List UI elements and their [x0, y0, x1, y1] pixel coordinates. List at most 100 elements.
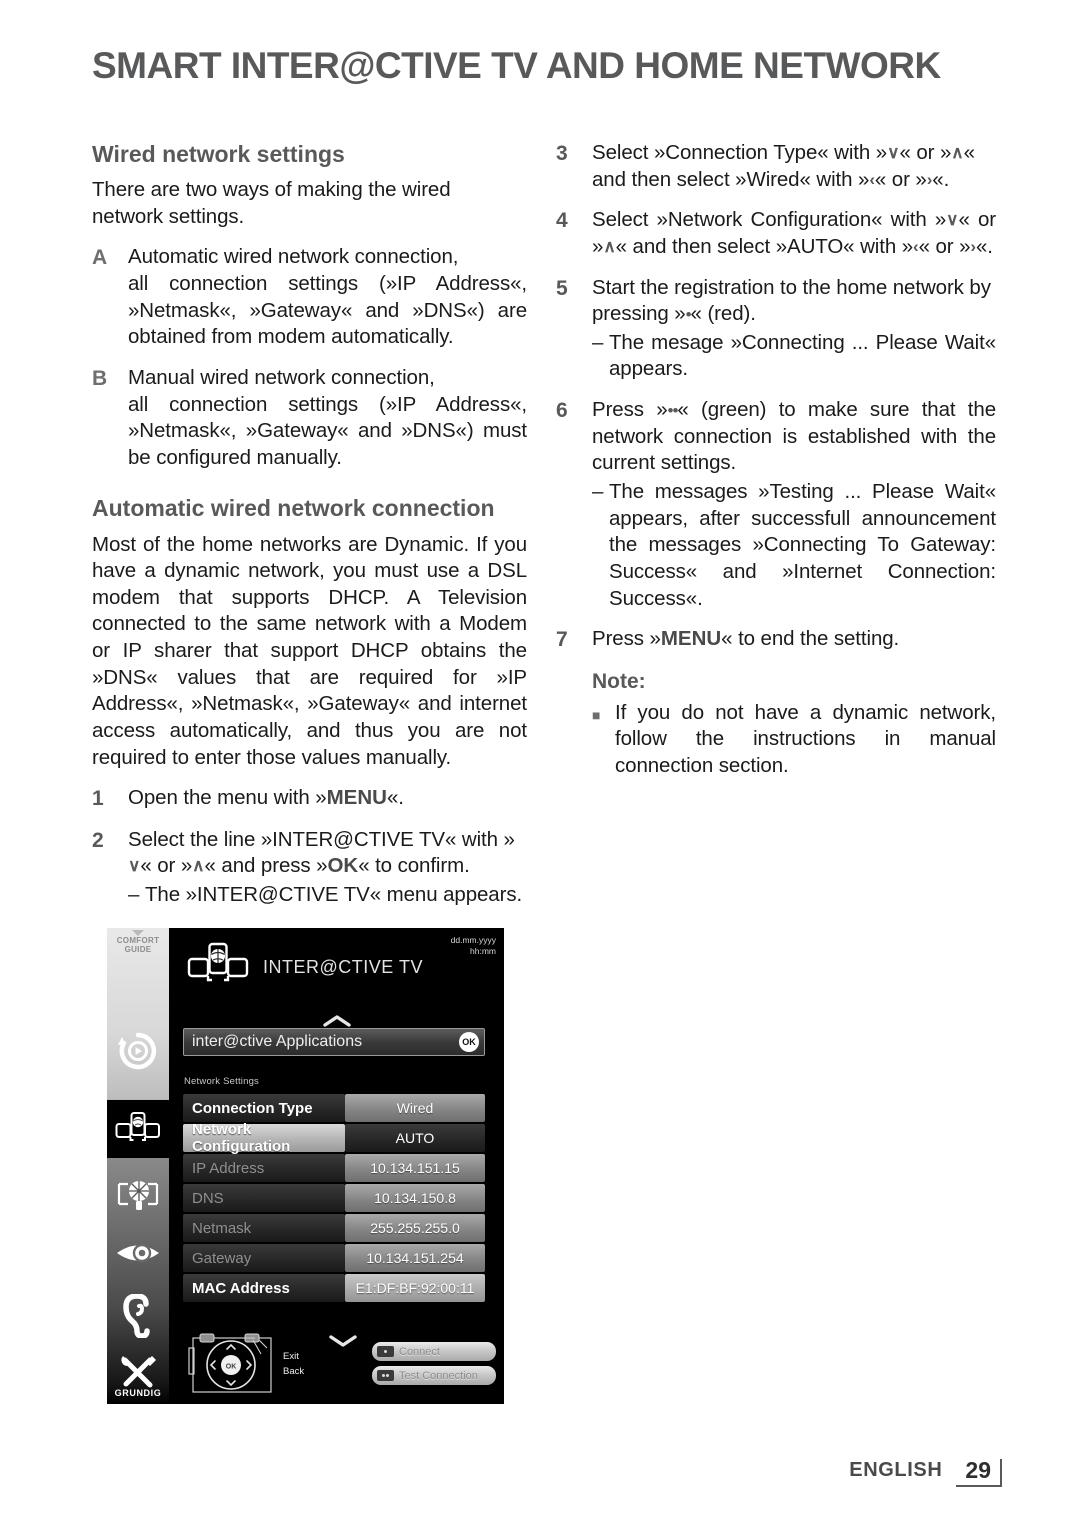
step-4-text-a: Select »Network Configuration« with »	[592, 208, 947, 232]
comfort-guide-line1: COMFORT	[116, 936, 160, 945]
dash-marker: –	[128, 882, 140, 906]
network-settings-icon[interactable]	[107, 1176, 169, 1221]
interactive-tv-logo-icon	[187, 940, 249, 995]
connect-button-label: Connect	[399, 1345, 440, 1358]
setting-row-ip-address[interactable]: IP Address 10.134.151.15	[183, 1154, 485, 1182]
option-b-line2: all connection settings (»IP Address«, »…	[128, 392, 527, 469]
setting-value: E1:DF:BF:92:00:11	[345, 1274, 485, 1302]
interactive-tv-icon[interactable]	[107, 1110, 169, 1153]
step-6: 6 Press »••« (green) to make sure that t…	[556, 397, 996, 612]
manual-page: SMART INTER@CTIVE TV AND HOME NETWORK Wi…	[0, 0, 1080, 1532]
option-b-marker: B	[92, 366, 108, 390]
step-5-text-b: « (red).	[690, 302, 756, 326]
setting-name: Gateway	[183, 1244, 345, 1272]
step-4-text-e: «.	[975, 234, 993, 258]
green-key-icon	[377, 1370, 394, 1381]
red-key-icon	[377, 1346, 394, 1357]
step-1-number: 1	[92, 787, 104, 811]
green-key-icon: ••	[667, 401, 679, 421]
connect-button[interactable]: Connect	[372, 1342, 496, 1361]
arrow-up-icon: ∧	[603, 236, 616, 256]
step-2-text-c: « and press »	[204, 854, 328, 878]
step-5-sub-note: – The mesage »Connecting ... Please Wait…	[592, 330, 996, 383]
automatic-connection-paragraph: Most of the home networks are Dynamic. I…	[92, 532, 527, 769]
setting-value[interactable]: 10.134.151.254	[345, 1244, 485, 1272]
intro-paragraph: There are two ways of making the wired n…	[92, 178, 451, 228]
setting-row-connection-type[interactable]: Connection Type Wired	[183, 1094, 485, 1122]
square-bullet-icon: ■	[592, 706, 601, 723]
grundig-logo: GRUNDIG	[114, 1388, 162, 1398]
ear-icon[interactable]	[107, 1294, 169, 1343]
note-text: If you do not have a dynamic network, fo…	[615, 700, 996, 777]
interactive-applications-row[interactable]: inter@ctive Applications OK	[183, 1028, 485, 1056]
list-item-option-a: A Automatic wired network connection, al…	[92, 244, 527, 351]
arrow-down-icon: ∨	[887, 143, 900, 162]
remote-dpad-icon: OK	[188, 1333, 272, 1393]
arrow-left-icon: ‹	[913, 236, 919, 256]
time-text: hh:mm	[470, 945, 496, 956]
right-column: 3 Select »Connection Type« with »∨« or »…	[556, 140, 996, 779]
setting-value[interactable]: 10.134.151.15	[345, 1154, 485, 1182]
comfort-guide-line2: GUIDE	[124, 945, 152, 955]
remote-labels: Exit Back	[283, 1350, 304, 1379]
option-a-line1: Automatic wired network connection,	[128, 245, 459, 269]
step-1-text-pre: Open the menu with »	[128, 786, 327, 810]
step-4-text-c: « and then select »AUTO« with »	[615, 234, 914, 258]
menu-title: INTER@CTIVE TV	[263, 957, 423, 977]
setting-value[interactable]: 255.255.255.0	[345, 1214, 485, 1242]
step-2-text-a: Select the line »INTER@CTIVE TV« with »	[128, 827, 515, 851]
action-button-stack: Connect Test Connection	[372, 1342, 496, 1390]
step-7-text-post: « to end the setting.	[721, 627, 900, 651]
eye-icon[interactable]	[107, 1240, 169, 1271]
option-b-line1: Manual wired network connection,	[128, 365, 435, 389]
setting-name: MAC Address	[183, 1274, 345, 1302]
page-footer: ENGLISH 29	[849, 1459, 1002, 1487]
arrow-right-icon: ›	[926, 169, 933, 189]
section-heading-automatic-wired-network-connection: Automatic wired network connection	[92, 495, 495, 522]
dash-marker: –	[592, 480, 604, 504]
step-2-number: 2	[92, 828, 104, 852]
test-connection-button-label: Test Connection	[399, 1369, 478, 1382]
step-2-sub-text: The »INTER@CTIVE TV« menu appears.	[145, 882, 523, 906]
tv-sidebar-rail: COMFORT GUIDE GRUNDIG	[107, 928, 169, 1404]
test-connection-button[interactable]: Test Connection	[372, 1366, 496, 1385]
step-3-number: 3	[556, 142, 568, 165]
dash-marker: –	[592, 330, 604, 354]
network-settings-list: Connection Type Wired Network Configurat…	[183, 1094, 485, 1304]
note-heading: Note:	[592, 669, 646, 693]
setting-name: Network Configuration	[183, 1121, 345, 1155]
step-2: 2 Select the line »INTER@CTIVE TV« with …	[92, 827, 527, 909]
arrow-down-icon: ∨	[128, 856, 141, 876]
step-3-text-d: « or »	[874, 167, 927, 191]
setting-name: Connection Type	[183, 1094, 345, 1122]
option-a-marker: A	[92, 246, 108, 270]
setting-value[interactable]: 10.134.150.8	[345, 1184, 485, 1212]
setting-row-mac-address: MAC Address E1:DF:BF:92:00:11	[183, 1274, 485, 1302]
step-6-sub-note: – The messages »Testing ... Please Wait«…	[592, 479, 996, 612]
step-4: 4 Select »Network Configuration« with »∨…	[556, 207, 996, 260]
arrow-right-icon: ›	[970, 236, 976, 256]
option-a-line2: all connection settings (»IP Address«, »…	[128, 271, 527, 349]
step-3-text-e: «.	[932, 167, 950, 191]
page-number: 29	[956, 1459, 1002, 1487]
step-5: 5 Start the registration to the home net…	[556, 275, 996, 384]
step-7-text-pre: Press »	[592, 627, 661, 651]
setting-row-dns[interactable]: DNS 10.134.150.8	[183, 1184, 485, 1212]
step-1-text-post: «.	[386, 786, 404, 810]
step-2-text-d: « to confirm.	[358, 854, 470, 878]
tv-screen-area: dd.mm.yyyy hh:mm INTER@CTIVE TV inter@ct…	[169, 928, 504, 1404]
timeshift-icon[interactable]	[107, 1030, 169, 1077]
setting-row-netmask[interactable]: Netmask 255.255.255.0	[183, 1214, 485, 1242]
setting-name: IP Address	[183, 1154, 345, 1182]
back-label: Back	[283, 1365, 305, 1377]
ok-badge[interactable]: OK	[459, 1032, 479, 1052]
left-column: Wired network settings There are two way…	[92, 140, 527, 922]
svg-text:OK: OK	[226, 1364, 237, 1371]
setting-value[interactable]: Wired	[345, 1094, 485, 1122]
setting-row-gateway[interactable]: Gateway 10.134.151.254	[183, 1244, 485, 1272]
setting-value[interactable]: AUTO	[345, 1124, 485, 1152]
setting-row-network-configuration[interactable]: Network Configuration AUTO	[183, 1121, 485, 1155]
arrow-up-icon: ∧	[192, 856, 205, 876]
date-time-display: dd.mm.yyyy hh:mm	[451, 935, 496, 956]
arrow-left-icon: ‹	[869, 169, 875, 189]
